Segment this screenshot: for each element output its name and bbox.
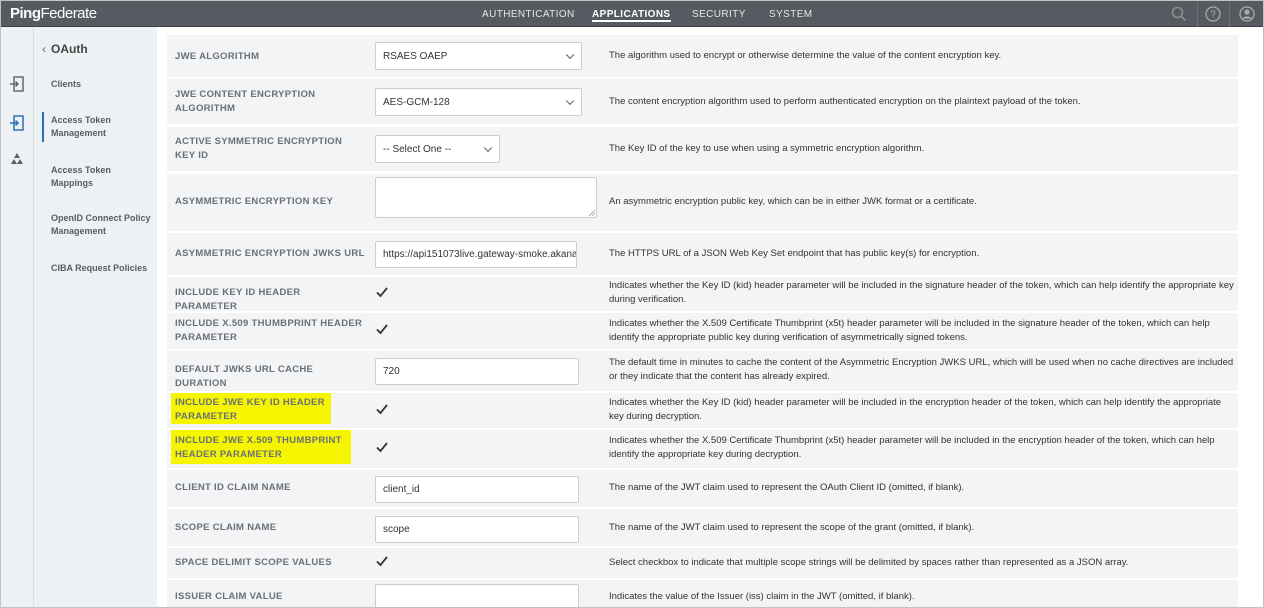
settings-row: INCLUDE X.509 THUMBPRINT HEADER PARAMETE… — [167, 313, 1238, 349]
field-description: Select checkbox to indicate that multipl… — [609, 557, 1129, 568]
subnav-item-access-token-mappings[interactable]: Access Token Mappings — [51, 164, 151, 190]
divider — [1197, 1, 1198, 27]
search-icon[interactable] — [1170, 5, 1188, 23]
field-description: The HTTPS URL of a JSON Web Key Set endp… — [609, 248, 980, 259]
settings-row: INCLUDE KEY ID HEADER PARAMETER Indicate… — [167, 277, 1238, 312]
field-description: Indicates whether the X.509 Certificate … — [609, 318, 1210, 343]
top-navigation-bar: PingFederate AUTHENTICATION APPLICATIONS… — [0, 0, 1264, 27]
field-description: Indicates whether the Key ID (kid) heade… — [609, 397, 1222, 422]
oauth-subnav: ‹ OAuth Clients Access Token Management … — [34, 27, 157, 608]
token-manager-settings-panel: JWE ALGORITHM RSAES OAEP The algorithm u… — [157, 27, 1264, 608]
field-label: INCLUDE X.509 THUMBPRINT HEADER PARAMETE… — [175, 318, 363, 343]
include-x509-thumbprint-checkbox[interactable] — [375, 322, 389, 336]
settings-row: DEFAULT JWKS URL CACHE DURATION 720 The … — [167, 351, 1238, 391]
field-description: The default time in minutes to cache the… — [609, 357, 1234, 382]
jwe-algorithm-select[interactable]: RSAES OAEP — [375, 42, 582, 70]
settings-row: JWE ALGORITHM RSAES OAEP The algorithm u… — [167, 35, 1238, 77]
client-id-claim-input[interactable]: client_id — [375, 476, 579, 503]
field-label: INCLUDE KEY ID HEADER PARAMETER — [175, 287, 301, 312]
nav-security[interactable]: SECURITY — [692, 1, 746, 27]
chevron-left-icon: ‹ — [42, 42, 46, 56]
field-description: The content encryption algorithm used to… — [609, 96, 1081, 107]
nav-authentication[interactable]: AUTHENTICATION — [482, 1, 575, 27]
field-description: Indicates the value of the Issuer (iss) … — [609, 591, 915, 602]
field-description: The name of the JWT claim used to repres… — [609, 482, 965, 493]
token-icon[interactable] — [9, 114, 25, 132]
settings-row: INCLUDE JWE X.509 THUMBPRINT HEADER PARA… — [167, 430, 1238, 468]
resize-grip-icon[interactable] — [588, 209, 595, 216]
subnav-item-clients[interactable]: Clients — [51, 78, 151, 91]
field-label: ACTIVE SYMMETRIC ENCRYPTION KEY ID — [175, 136, 343, 161]
settings-row: ASYMMETRIC ENCRYPTION JWKS URL https://a… — [167, 233, 1238, 275]
settings-row: SPACE DELIMIT SCOPE VALUES Select checkb… — [167, 548, 1238, 578]
settings-row: JWE CONTENT ENCRYPTION ALGORITHM AES-GCM… — [167, 79, 1238, 124]
nav-system[interactable]: SYSTEM — [769, 1, 813, 27]
scope-claim-input[interactable]: scope — [375, 516, 579, 543]
subnav-item-openid-connect-policy[interactable]: OpenID Connect Policy Management — [51, 212, 151, 238]
chevron-down-icon — [565, 50, 575, 60]
cache-duration-input[interactable]: 720 — [375, 358, 579, 385]
include-key-id-checkbox[interactable] — [375, 285, 389, 299]
field-description: Indicates whether the Key ID (kid) heade… — [609, 280, 1234, 305]
settings-row: INCLUDE JWE KEY ID HEADER PARAMETER Indi… — [167, 393, 1238, 428]
field-label: INCLUDE JWE X.509 THUMBPRINT HEADER PARA… — [175, 435, 342, 460]
settings-row: ISSUER CLAIM VALUE Indicates the value o… — [167, 580, 1238, 608]
pingfederate-logo[interactable]: PingFederate — [10, 5, 97, 22]
chevron-down-icon — [565, 96, 575, 106]
field-label: SCOPE CLAIM NAME — [175, 522, 277, 533]
field-label: CLIENT ID CLAIM NAME — [175, 482, 291, 493]
svg-text:?: ? — [1210, 10, 1216, 21]
settings-row: CLIENT ID CLAIM NAME client_id The name … — [167, 470, 1238, 507]
help-icon[interactable]: ? — [1204, 5, 1222, 23]
symmetric-key-id-select[interactable]: -- Select One -- — [375, 135, 500, 163]
include-jwe-x509-thumbprint-checkbox[interactable] — [375, 440, 389, 454]
user-icon[interactable] — [1238, 5, 1256, 23]
jwe-content-encryption-select[interactable]: AES-GCM-128 — [375, 88, 582, 116]
subnav-item-access-token-management[interactable]: Access Token Management — [42, 112, 151, 142]
settings-row: ACTIVE SYMMETRIC ENCRYPTION KEY ID -- Se… — [167, 127, 1238, 171]
chevron-down-icon — [483, 143, 493, 153]
field-label: JWE CONTENT ENCRYPTION ALGORITHM — [175, 89, 316, 114]
field-label: DEFAULT JWKS URL CACHE DURATION — [175, 364, 314, 389]
field-description: An asymmetric encryption public key, whi… — [609, 196, 977, 207]
settings-row: SCOPE CLAIM NAME scope The name of the J… — [167, 509, 1238, 546]
space-delimit-scope-checkbox[interactable] — [375, 554, 389, 568]
field-description: The algorithm used to encrypt or otherwi… — [609, 50, 1002, 61]
divider — [1229, 1, 1230, 27]
recycle-icon[interactable] — [9, 151, 25, 169]
issuer-claim-input[interactable] — [375, 584, 579, 608]
field-description: Indicates whether the X.509 Certificate … — [609, 435, 1215, 460]
field-description: The Key ID of the key to use when using … — [609, 143, 925, 154]
field-label: SPACE DELIMIT SCOPE VALUES — [175, 557, 332, 568]
field-label: ASYMMETRIC ENCRYPTION KEY — [175, 196, 334, 207]
asymmetric-encryption-key-textarea[interactable] — [375, 177, 597, 218]
include-jwe-key-id-checkbox[interactable] — [375, 402, 389, 416]
subnav-item-ciba-request-policies[interactable]: CIBA Request Policies — [51, 262, 151, 275]
field-label: INCLUDE JWE KEY ID HEADER PARAMETER — [175, 397, 325, 422]
back-to-oauth[interactable]: ‹ OAuth — [42, 42, 88, 56]
jwks-url-input[interactable]: https://api151073live.gateway-smoke.akan… — [375, 241, 577, 268]
settings-row: ASYMMETRIC ENCRYPTION KEY An asymmetric … — [167, 174, 1238, 231]
field-label: JWE ALGORITHM — [175, 51, 260, 62]
field-label: ASYMMETRIC ENCRYPTION JWKS URL — [175, 248, 365, 259]
field-description: The name of the JWT claim used to repres… — [609, 522, 975, 533]
sign-in-icon[interactable] — [9, 75, 25, 93]
left-icon-rail — [0, 27, 34, 608]
nav-applications[interactable]: APPLICATIONS — [592, 1, 671, 27]
field-label: ISSUER CLAIM VALUE — [175, 591, 283, 602]
